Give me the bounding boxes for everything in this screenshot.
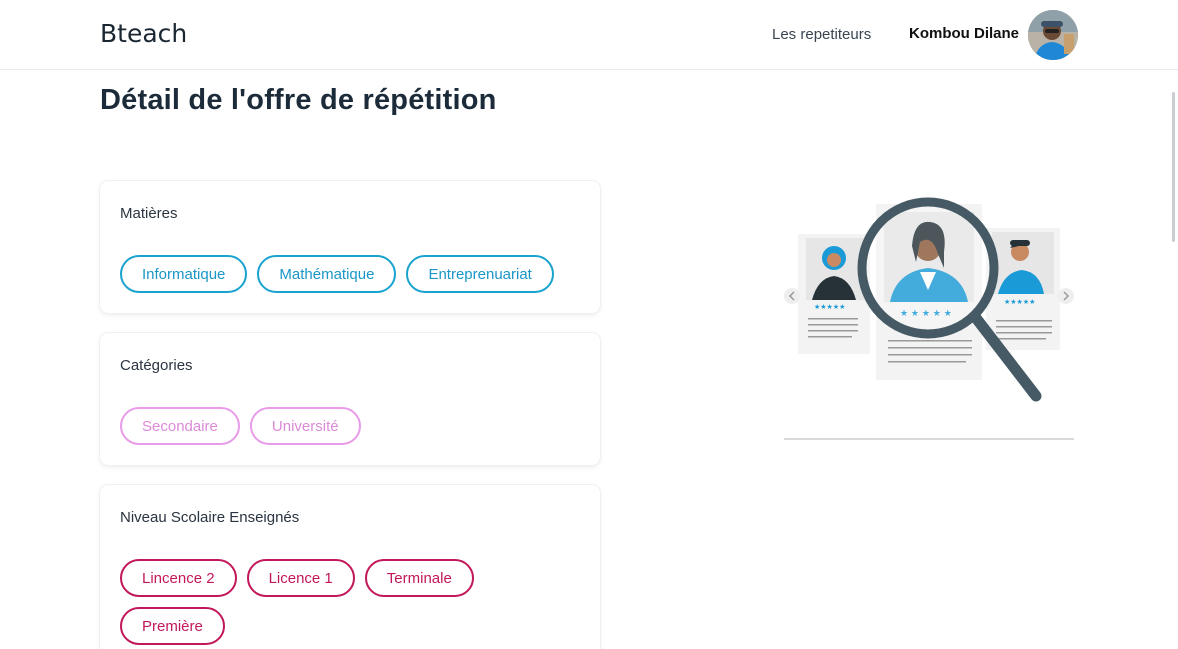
nav-link-tutors[interactable]: Les repetiteurs — [772, 26, 871, 43]
top-navbar: Bteach Les repetiteurs Kombou Dilane — [0, 0, 1178, 70]
user-avatar-icon[interactable] — [1028, 10, 1078, 60]
level-tag[interactable]: Première — [120, 607, 225, 645]
levels-card: Niveau Scolaire Enseignés Lincence 2 Lic… — [100, 485, 600, 649]
candidate-search-magnifier-illustration: ★★★★★ ★★★★★ ★ ★ ★ ★ ★ — [778, 190, 1078, 442]
subjects-tags: Informatique Mathématique Entreprenuaria… — [120, 255, 590, 293]
categories-card: Catégories Secondaire Université — [100, 333, 600, 465]
categories-title: Catégories — [120, 357, 193, 374]
subjects-title: Matières — [120, 205, 178, 222]
category-tag[interactable]: Université — [249, 407, 361, 445]
brand-logo[interactable]: Bteach — [100, 19, 187, 48]
page-scrollbar[interactable] — [1172, 92, 1175, 242]
level-tag[interactable]: Terminale — [364, 559, 474, 597]
level-tag[interactable]: Lincence 2 — [120, 559, 237, 597]
subject-tag[interactable]: Entreprenuariat — [406, 255, 554, 293]
level-tag[interactable]: Licence 1 — [246, 559, 355, 597]
subject-tag[interactable]: Mathématique — [257, 255, 397, 293]
subject-tag[interactable]: Informatique — [120, 255, 248, 293]
subjects-card: Matières Informatique Mathématique Entre… — [100, 181, 600, 313]
svg-text:★★★★★: ★★★★★ — [1004, 298, 1035, 306]
category-tag[interactable]: Secondaire — [120, 407, 240, 445]
user-name[interactable]: Kombou Dilane — [909, 25, 1019, 42]
page-title: Détail de l'offre de répétition — [100, 84, 497, 116]
categories-tags: Secondaire Université — [120, 407, 590, 445]
levels-tags: Lincence 2 Licence 1 Terminale Première — [120, 559, 500, 645]
levels-title: Niveau Scolaire Enseignés — [120, 509, 300, 526]
svg-text:★★★★★: ★★★★★ — [814, 303, 845, 311]
